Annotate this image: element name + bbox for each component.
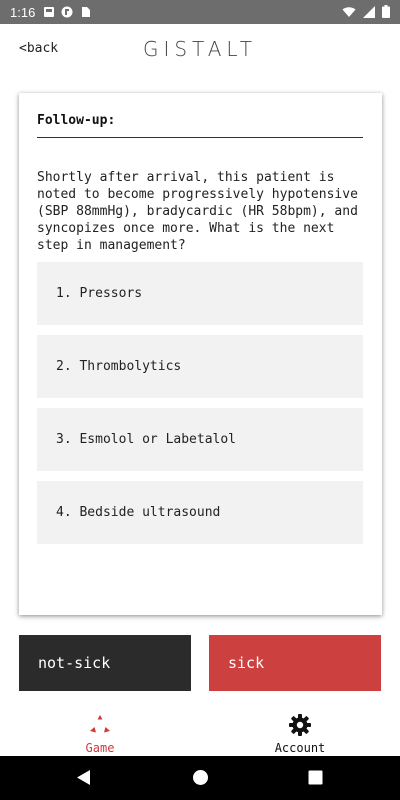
notification-app-icon [61,6,73,18]
not-sick-button[interactable]: not-sick [19,635,191,691]
notification-icons [43,6,91,18]
battery-icon [382,5,390,18]
sd-card-icon [82,7,91,17]
system-icons [342,5,390,18]
nav-game-label: Game [85,741,115,755]
app-header: <back GISTALT [0,24,400,80]
game-icon [90,715,110,733]
answer-option-1[interactable]: 1. Pressors [37,262,363,325]
answer-option-3[interactable]: 3. Esmolol or Labetalol [37,408,363,471]
back-triangle-icon[interactable] [76,769,91,786]
signal-icon [363,5,375,18]
home-circle-icon[interactable] [192,769,209,786]
status-bar: 1:16 [0,0,400,24]
card-title: Follow-up: [37,113,116,128]
app-logo: GISTALT [142,37,258,61]
bottom-nav: Game Account [0,706,400,756]
sick-button[interactable]: sick [209,635,381,691]
recents-square-icon[interactable] [308,770,323,785]
nav-game[interactable]: Game [35,706,165,756]
question-card: Follow-up: Shortly after arrival, this p… [19,93,382,615]
gear-icon [289,714,311,736]
system-nav-bar [0,756,400,800]
answer-option-4[interactable]: 4. Bedside ultrasound [37,481,363,544]
nav-account[interactable]: Account [235,706,365,756]
status-time: 1:16 [10,4,36,20]
notification-box-icon [44,7,55,17]
nav-account-label: Account [274,741,326,755]
question-text: Shortly after arrival, this patient is n… [37,170,358,253]
answer-list: 1. Pressors 2. Thrombolytics 3. Esmolol … [37,262,363,554]
wifi-icon [342,6,356,17]
answer-option-2[interactable]: 2. Thrombolytics [37,335,363,398]
card-divider [37,137,363,138]
